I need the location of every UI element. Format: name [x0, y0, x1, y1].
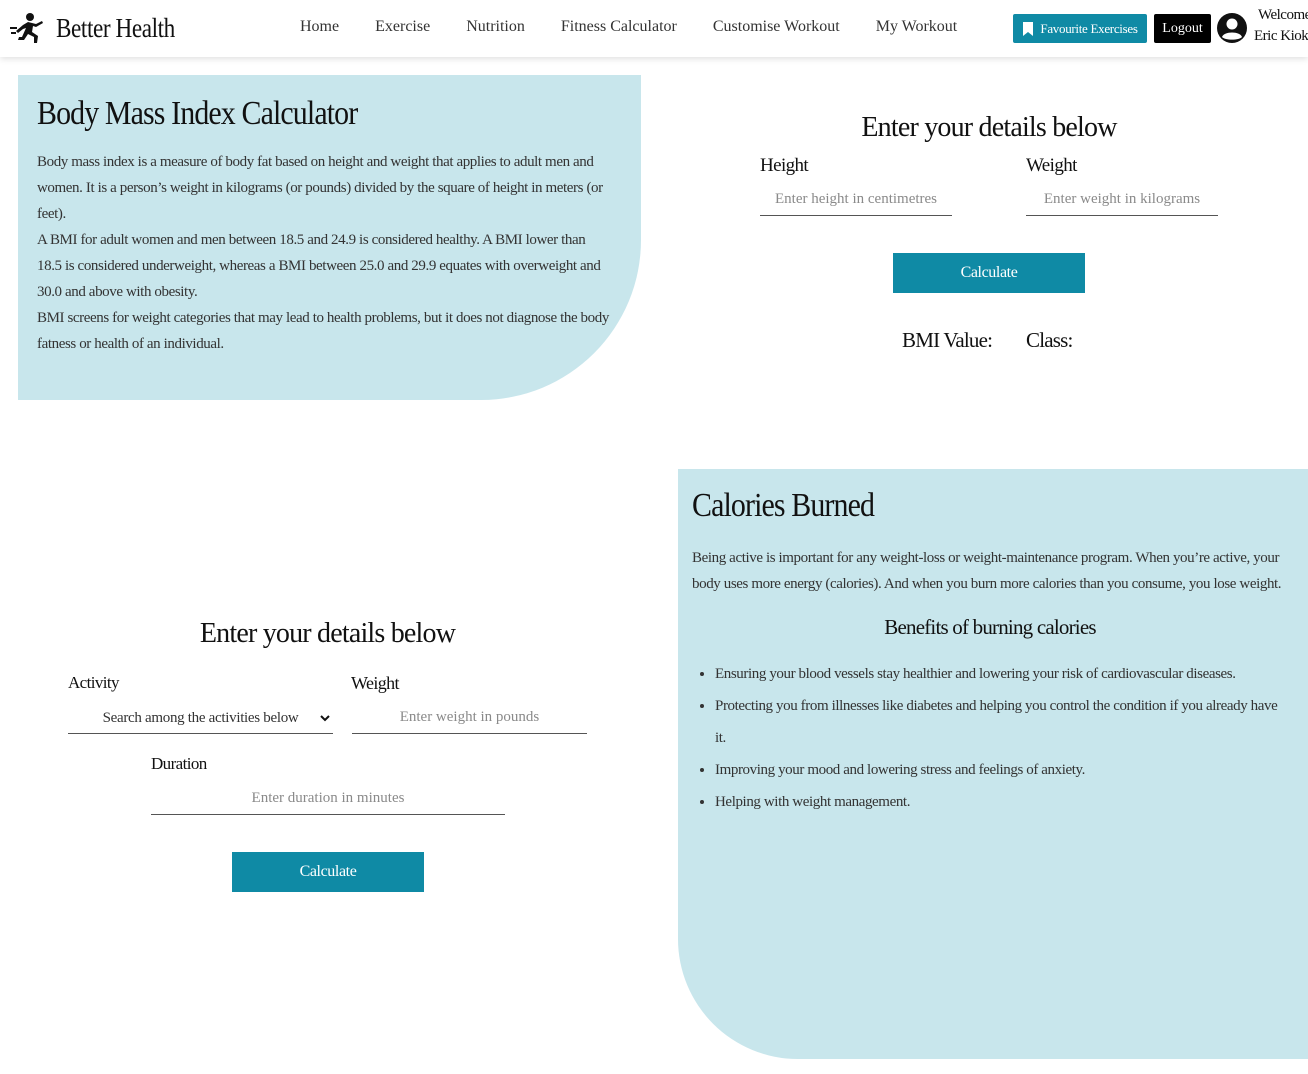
favourite-exercises-button[interactable]: Favourite Exercises: [1013, 14, 1147, 43]
bmi-info-paragraph: A BMI for adult women and men between 18…: [37, 232, 601, 300]
calories-weight-input[interactable]: [352, 702, 587, 734]
benefit-item: Protecting you from illnesses like diabe…: [715, 690, 1288, 754]
height-input[interactable]: [760, 184, 952, 216]
logout-button[interactable]: Logout: [1154, 14, 1211, 43]
nav-customise-workout[interactable]: Customise Workout: [713, 18, 840, 36]
bmi-info-paragraph: BMI screens for weight categories that m…: [37, 310, 609, 352]
benefits-title: Benefits of burning calories: [884, 615, 1096, 639]
duration-input[interactable]: [151, 783, 505, 815]
bmi-weight-input[interactable]: [1026, 184, 1218, 216]
bmi-calculate-button[interactable]: Calculate: [893, 253, 1085, 293]
calories-form-title: Enter your details below: [199, 618, 456, 649]
brand-name: Better Health: [56, 12, 175, 43]
bmi-class-label: Class:: [1026, 328, 1073, 352]
navbar: Better Health Home Exercise Nutrition Fi…: [0, 0, 1308, 57]
favourite-exercises-label: Favourite Exercises: [1040, 20, 1138, 36]
nav-home[interactable]: Home: [300, 18, 339, 36]
welcome-block: Welcome Eric Kioko: [1254, 5, 1308, 47]
calories-calculate-button[interactable]: Calculate: [232, 852, 424, 892]
bmi-info-card: Body Mass Index Calculator Body mass ind…: [18, 75, 641, 400]
nav-fitness-calculator[interactable]: Fitness Calculator: [561, 18, 677, 36]
calories-info-title: Calories Burned: [692, 487, 875, 524]
benefits-list: Ensuring your blood vessels stay healthi…: [692, 658, 1288, 818]
nav-my-workout[interactable]: My Workout: [876, 18, 958, 36]
height-label: Height: [760, 155, 809, 176]
user-name: Eric Kioko: [1254, 28, 1308, 44]
bookmark-icon: [1023, 21, 1034, 36]
bmi-info-title: Body Mass Index Calculator: [37, 95, 358, 132]
welcome-text: Welcome: [1258, 7, 1308, 23]
bmi-form-title: Enter your details below: [861, 112, 1117, 143]
chevron-down-icon: [320, 715, 330, 722]
benefit-item: Improving your mood and lowering stress …: [715, 754, 1288, 786]
nav-nutrition[interactable]: Nutrition: [466, 18, 525, 36]
nav-exercise[interactable]: Exercise: [375, 18, 430, 36]
bmi-value-label: BMI Value:: [902, 328, 993, 352]
calories-weight-label: Weight: [351, 673, 400, 693]
bmi-info-paragraph: Body mass index is a measure of body fat…: [37, 154, 603, 222]
activity-select[interactable]: Search among the activities below: [68, 704, 333, 734]
benefit-item: Helping with weight management.: [715, 786, 1288, 818]
runner-logo-icon: [10, 13, 43, 43]
calories-info-card: Calories Burned Being active is importan…: [678, 469, 1308, 1059]
bmi-weight-label: Weight: [1026, 155, 1077, 176]
activity-select-value: Search among the activities below: [102, 710, 299, 726]
user-circle-icon[interactable]: [1216, 12, 1248, 44]
benefit-item: Ensuring your blood vessels stay healthi…: [715, 658, 1288, 690]
calories-info-intro: Being active is important for any weight…: [692, 550, 1282, 592]
nav-links: Home Exercise Nutrition Fitness Calculat…: [300, 18, 957, 36]
duration-label: Duration: [151, 754, 207, 773]
activity-label: Activity: [68, 673, 120, 692]
brand[interactable]: Better Health: [10, 12, 194, 44]
